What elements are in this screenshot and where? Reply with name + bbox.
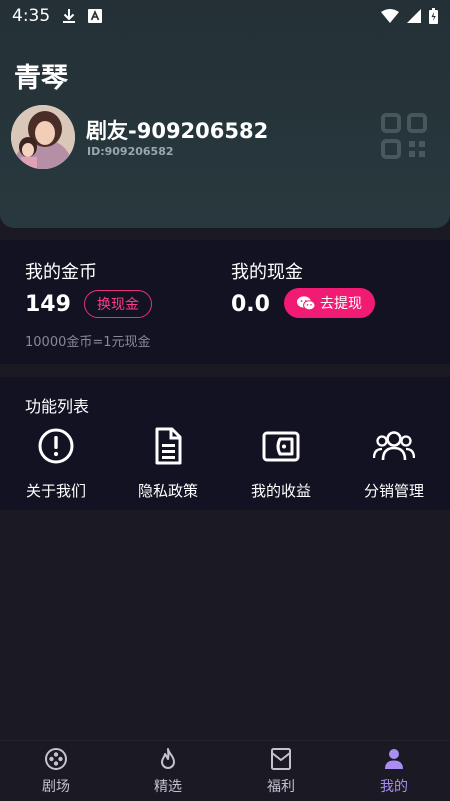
document-icon xyxy=(155,427,182,465)
exchange-cash-label: 换现金 xyxy=(97,297,139,313)
tab-label: 精选 xyxy=(154,779,182,795)
battery-icon xyxy=(429,8,438,24)
status-time: 4:35 xyxy=(12,6,51,26)
person-icon xyxy=(385,749,403,769)
download-icon xyxy=(63,9,76,23)
feature-label: 分销管理 xyxy=(363,482,424,500)
avatar[interactable] xyxy=(11,105,75,169)
tab-featured[interactable]: 精选 xyxy=(112,741,224,801)
wallet-panel: 我的金币 149 换现金 我的现金 0.0 去提现 10000金币=1元现金 xyxy=(0,240,450,364)
info-icon xyxy=(38,428,74,464)
exchange-cash-button[interactable]: 换现金 xyxy=(84,290,152,318)
cash-value: 0.0 xyxy=(231,292,270,317)
exchange-rate-note: 10000金币=1元现金 xyxy=(25,335,151,350)
feature-label: 隐私政策 xyxy=(137,482,198,500)
tab-mine[interactable]: 我的 xyxy=(338,741,450,801)
feature-label: 我的收益 xyxy=(250,482,311,500)
tab-label: 剧场 xyxy=(42,779,70,795)
feature-distribution-management[interactable]: 分销管理 xyxy=(338,427,450,503)
coins-value: 149 xyxy=(25,292,71,317)
withdraw-label: 去提现 xyxy=(320,296,362,312)
flame-icon xyxy=(161,748,175,769)
coins-title: 我的金币 xyxy=(25,262,97,283)
feature-label: 关于我们 xyxy=(25,482,86,500)
cash-title: 我的现金 xyxy=(231,262,303,283)
avatar-image xyxy=(11,105,75,169)
wechat-icon xyxy=(297,295,315,310)
feature-about-us[interactable]: 关于我们 xyxy=(0,427,112,503)
wallet-icon xyxy=(262,431,300,462)
feature-my-earnings[interactable]: 我的收益 xyxy=(225,427,337,503)
features-panel: 功能列表 关于我们 隐私政策 我的收益 分销管理 xyxy=(0,377,450,510)
bottom-tab-bar: 剧场 精选 福利 我的 xyxy=(0,740,450,800)
signal-icon xyxy=(407,9,421,23)
status-bar: 4:35 xyxy=(0,0,450,32)
wifi-icon xyxy=(381,9,399,23)
tab-welfare[interactable]: 福利 xyxy=(225,741,337,801)
tab-theater[interactable]: 剧场 xyxy=(0,741,112,801)
app-name: 青琴 xyxy=(14,63,68,94)
gift-box-icon xyxy=(271,748,291,770)
qr-code-icon[interactable] xyxy=(381,113,427,159)
user-id: ID:909206582 xyxy=(87,145,174,158)
nickname: 剧友-909206582 xyxy=(86,119,269,143)
withdraw-button[interactable]: 去提现 xyxy=(284,288,375,318)
theater-icon xyxy=(45,748,67,770)
profile-header: 青琴 剧友-909206582 ID:909206582 xyxy=(0,0,450,228)
features-title: 功能列表 xyxy=(25,397,90,416)
a-letter-icon xyxy=(88,9,103,23)
users-icon xyxy=(373,431,415,461)
feature-privacy-policy[interactable]: 隐私政策 xyxy=(112,427,224,503)
tab-label: 福利 xyxy=(267,779,295,795)
tab-label: 我的 xyxy=(380,779,408,795)
